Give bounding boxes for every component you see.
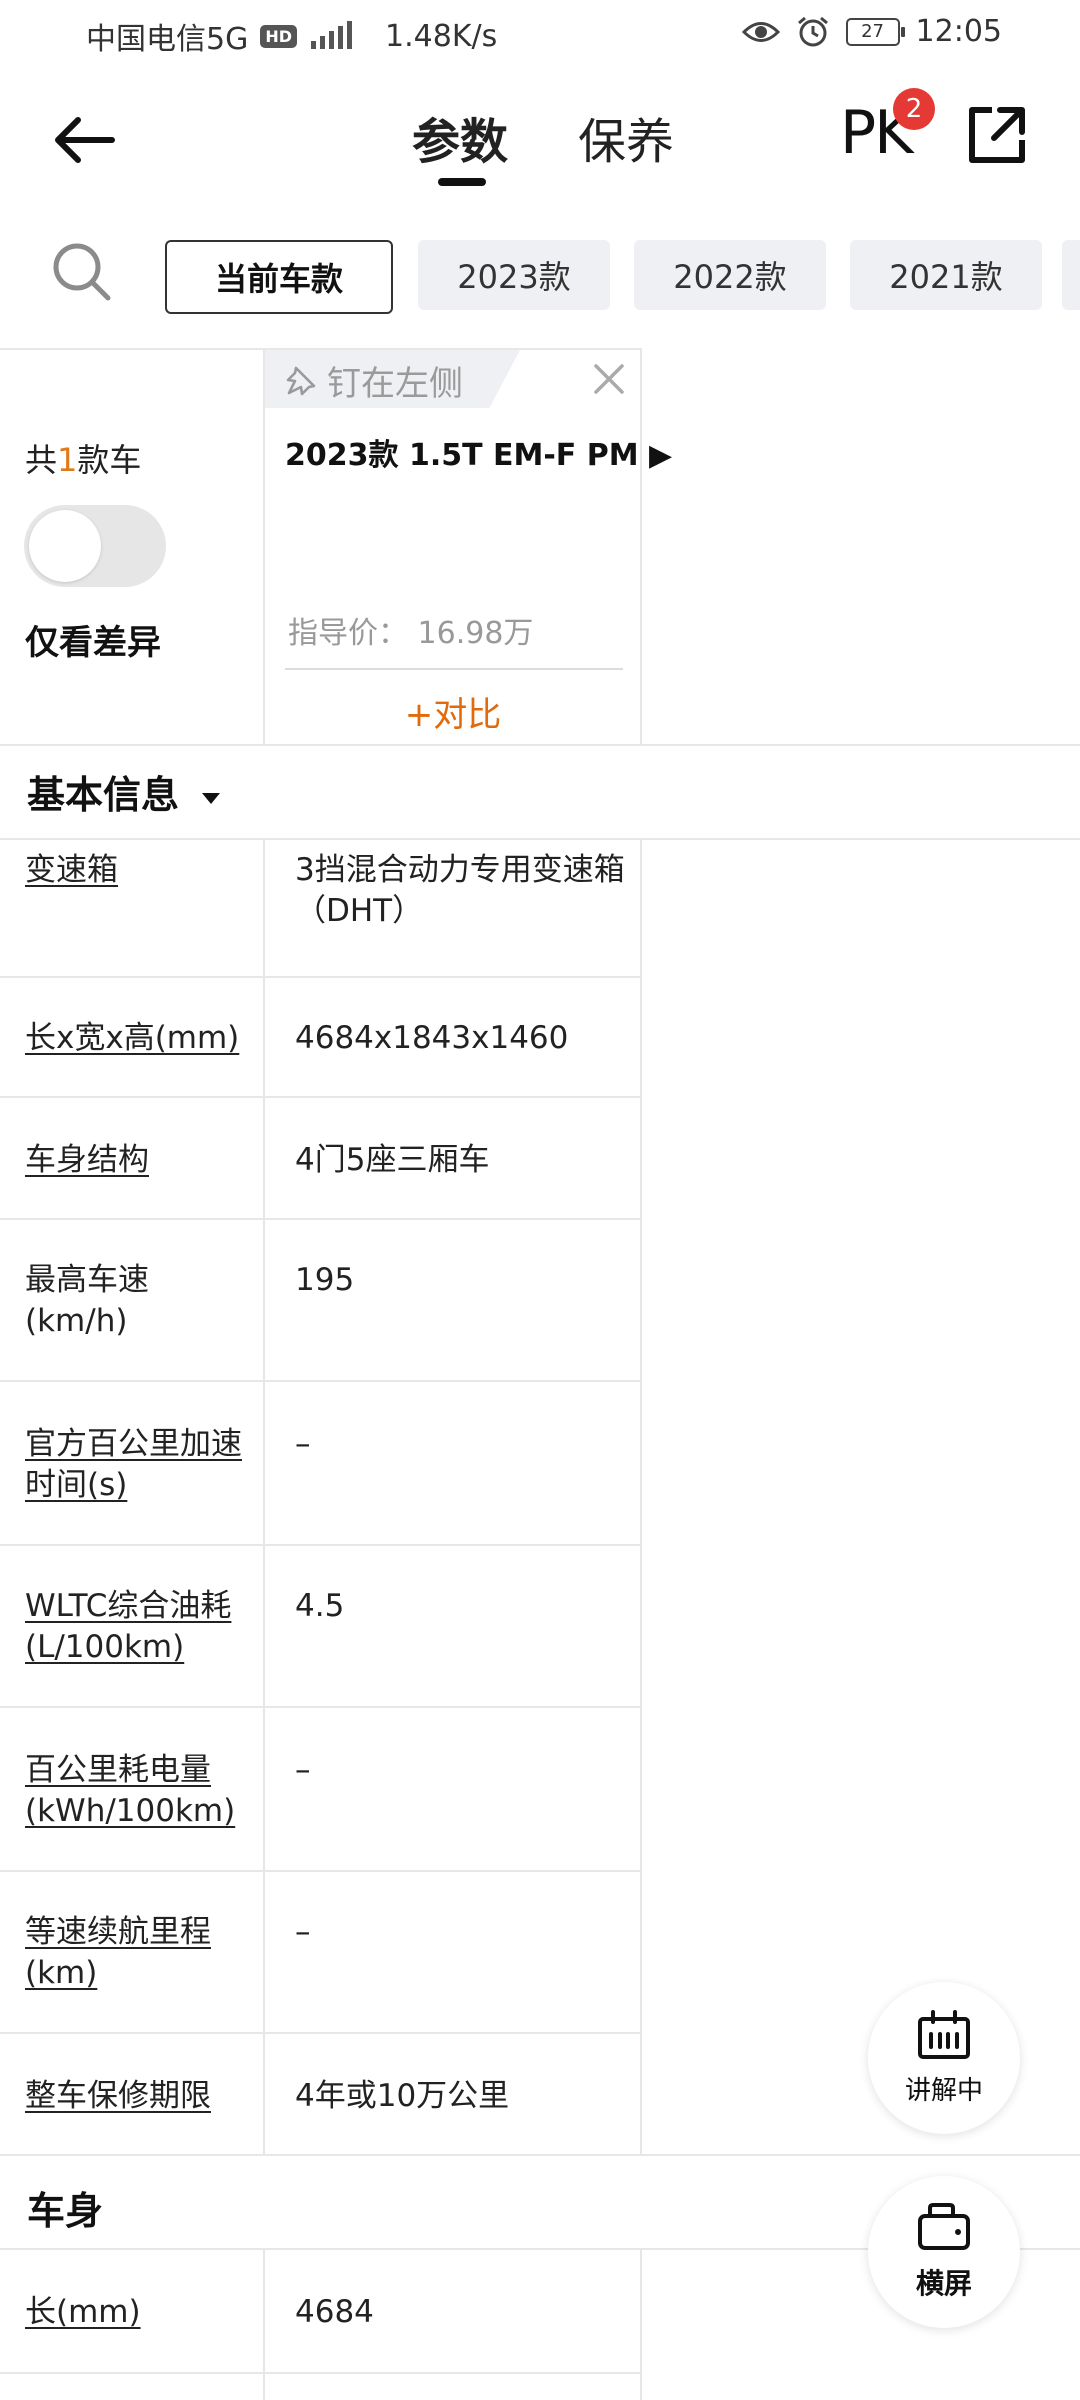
pin-icon <box>286 366 316 395</box>
tab-params[interactable]: 参数 <box>412 102 508 172</box>
chip-2023[interactable]: 2023款 <box>418 240 610 310</box>
divider <box>0 1706 642 1708</box>
toggle-knob <box>29 510 101 582</box>
count-number: 1 <box>57 441 78 479</box>
param-label-top-speed: 最高车速(km/h) <box>25 1262 149 1339</box>
landscape-fab[interactable]: 横屏 <box>868 2176 1020 2328</box>
param-label-acceleration[interactable]: 官方百公里加速时间(s) <box>25 1424 250 1506</box>
rotate-screen-icon <box>918 2203 970 2250</box>
battery-icon: 27 <box>845 17 905 46</box>
divider <box>0 1544 642 1546</box>
caret-down-icon <box>202 792 221 804</box>
divider <box>0 2372 642 2374</box>
alarm-icon <box>797 16 828 46</box>
param-value-fuel-consumption: 4.5 <box>295 1588 345 1624</box>
explain-label: 讲解中 <box>904 2075 983 2106</box>
tab-maintenance[interactable]: 保养 <box>578 102 674 172</box>
param-label-dimensions[interactable]: 长x宽x高(mm) <box>25 1018 250 1059</box>
divider <box>0 744 1080 746</box>
chip-2022[interactable]: 2022款 <box>634 240 826 310</box>
param-label-body-structure[interactable]: 车身结构 <box>25 1140 250 1181</box>
param-value-acceleration: – <box>295 1426 311 1462</box>
guide-price: 指导价： 16.98万 <box>288 616 534 651</box>
landscape-label: 横屏 <box>915 2267 972 2300</box>
param-value-transmission: 3挡混合动力专用变速箱（DHT） <box>295 852 625 929</box>
divider <box>640 838 642 2156</box>
status-bar: 中国电信5G HD 1.48K/s 27 12:05 <box>0 0 1080 70</box>
param-value-dimensions: 4684x1843x1460 <box>295 1020 569 1056</box>
param-value-power-consumption: – <box>295 1752 311 1788</box>
share-icon[interactable] <box>966 104 1028 166</box>
param-label-power-consumption[interactable]: 百公里耗电量(kWh/100km) <box>25 1750 250 1832</box>
count-suffix: 款车 <box>77 441 142 479</box>
pk-count-badge: 2 <box>893 88 935 130</box>
param-label-range[interactable]: 等速续航里程(km) <box>25 1912 250 1994</box>
diff-only-label: 仅看差异 <box>25 623 161 663</box>
divider <box>0 838 1080 840</box>
search-icon[interactable] <box>50 240 112 302</box>
divider <box>0 348 642 350</box>
count-prefix: 共 <box>25 441 58 479</box>
param-value-length: 4684 <box>295 2294 374 2330</box>
pin-left-button[interactable]: 钉在左侧 <box>285 356 463 405</box>
explain-fab[interactable]: 讲解中 <box>868 1982 1020 2134</box>
model-count: 共1款车 <box>25 435 141 481</box>
carrier-text: 中国电信5G <box>86 22 249 57</box>
signal-icon <box>311 21 353 49</box>
param-value-body-structure: 4门5座三厢车 <box>295 1142 490 1178</box>
back-arrow-icon[interactable] <box>50 105 120 175</box>
param-value-warranty: 4年或10万公里 <box>295 2078 510 2114</box>
active-tab-indicator <box>438 178 486 186</box>
divider <box>0 2032 642 2034</box>
presentation-icon <box>918 2009 970 2059</box>
divider <box>263 838 265 2156</box>
divider <box>0 1380 642 1382</box>
param-label-length[interactable]: 长(mm) <box>25 2292 250 2333</box>
divider <box>263 348 265 746</box>
chip-more[interactable] <box>1062 240 1080 310</box>
divider <box>640 2248 642 2400</box>
param-value-range: – <box>295 1914 311 1950</box>
param-label-transmission[interactable]: 变速箱 <box>25 850 250 891</box>
param-value-top-speed: 195 <box>295 1262 355 1298</box>
diff-only-toggle[interactable] <box>24 505 166 587</box>
divider <box>0 1870 642 1872</box>
param-label-fuel-consumption[interactable]: WLTC综合油耗(L/100km) <box>25 1586 250 1668</box>
pin-left-label: 钉在左侧 <box>327 364 463 404</box>
chip-current-model[interactable]: 当前车款 <box>165 240 393 314</box>
model-name-link[interactable]: 2023款 1.5T EM-F PM ▶ <box>285 430 672 474</box>
close-icon[interactable] <box>590 360 628 398</box>
divider <box>0 976 642 978</box>
divider <box>263 2248 265 2400</box>
divider <box>0 2154 1080 2156</box>
chip-2021[interactable]: 2021款 <box>850 240 1042 310</box>
price-divider <box>285 668 623 670</box>
param-label-warranty[interactable]: 整车保修期限 <box>25 2076 250 2117</box>
eye-icon <box>741 21 780 42</box>
divider <box>0 1218 642 1220</box>
section-basic-info[interactable]: 基本信息 <box>27 764 222 819</box>
divider <box>640 348 642 746</box>
divider <box>0 1096 642 1098</box>
add-compare-button[interactable]: +对比 <box>285 687 621 736</box>
network-speed: 1.48K/s <box>385 18 498 54</box>
section-title-basic: 基本信息 <box>27 773 180 817</box>
clock: 12:05 <box>915 14 1002 49</box>
hd-icon: HD <box>260 24 298 48</box>
section-body[interactable]: 车身 <box>27 2180 103 2235</box>
